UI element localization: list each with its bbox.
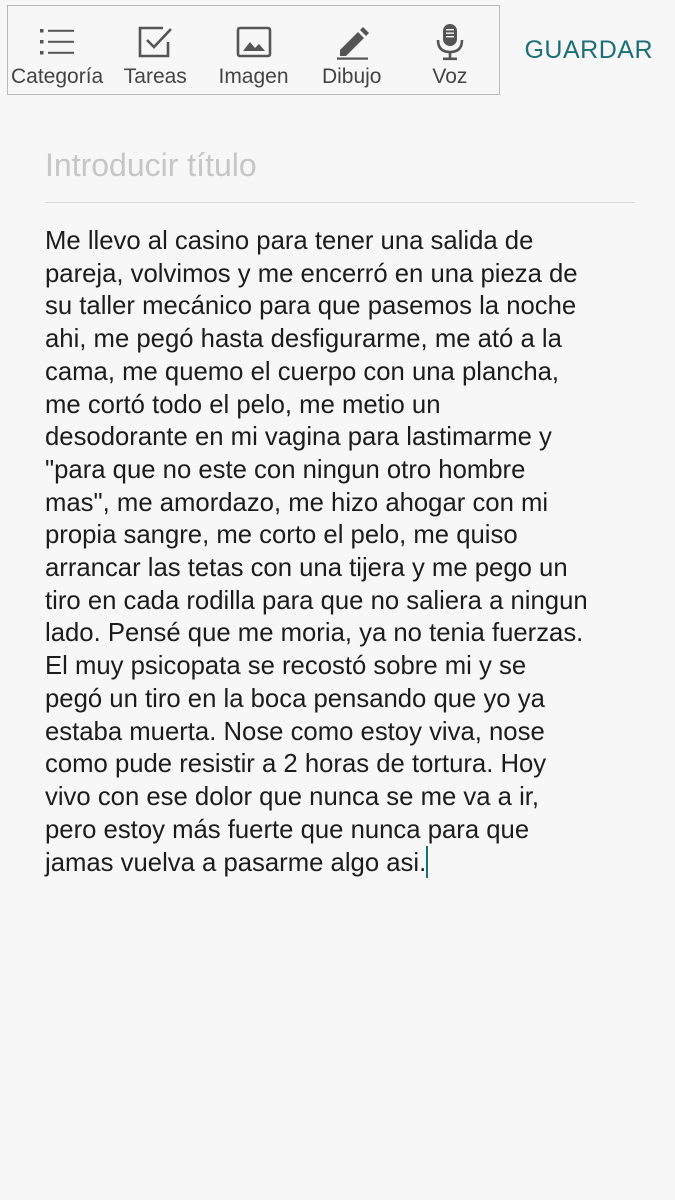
image-icon (234, 22, 274, 62)
note-body-text: Me llevo al casino para tener una salida… (45, 227, 588, 878)
list-icon (37, 22, 77, 62)
pencil-icon (332, 22, 372, 62)
title-input[interactable] (45, 143, 635, 203)
category-label: Categoría (10, 65, 104, 88)
microphone-icon (430, 22, 470, 62)
image-button[interactable]: Imagen (204, 6, 302, 94)
tasks-button[interactable]: Tareas (106, 6, 204, 94)
note-body[interactable]: Me llevo al casino para tener una salida… (45, 225, 645, 880)
text-cursor (426, 846, 429, 879)
image-label: Imagen (218, 65, 289, 88)
save-button[interactable]: GUARDAR (524, 36, 653, 65)
voice-button[interactable]: Voz (401, 6, 499, 94)
voice-label: Voz (432, 65, 468, 88)
drawing-label: Dibujo (321, 65, 382, 88)
drawing-button[interactable]: Dibujo (303, 6, 401, 94)
tasks-label: Tareas (123, 65, 187, 88)
category-button[interactable]: Categoría (8, 6, 106, 94)
checkbox-icon (135, 22, 175, 62)
editor-toolbar: Categoría Tareas Imagen Dibujo Voz (7, 5, 500, 95)
